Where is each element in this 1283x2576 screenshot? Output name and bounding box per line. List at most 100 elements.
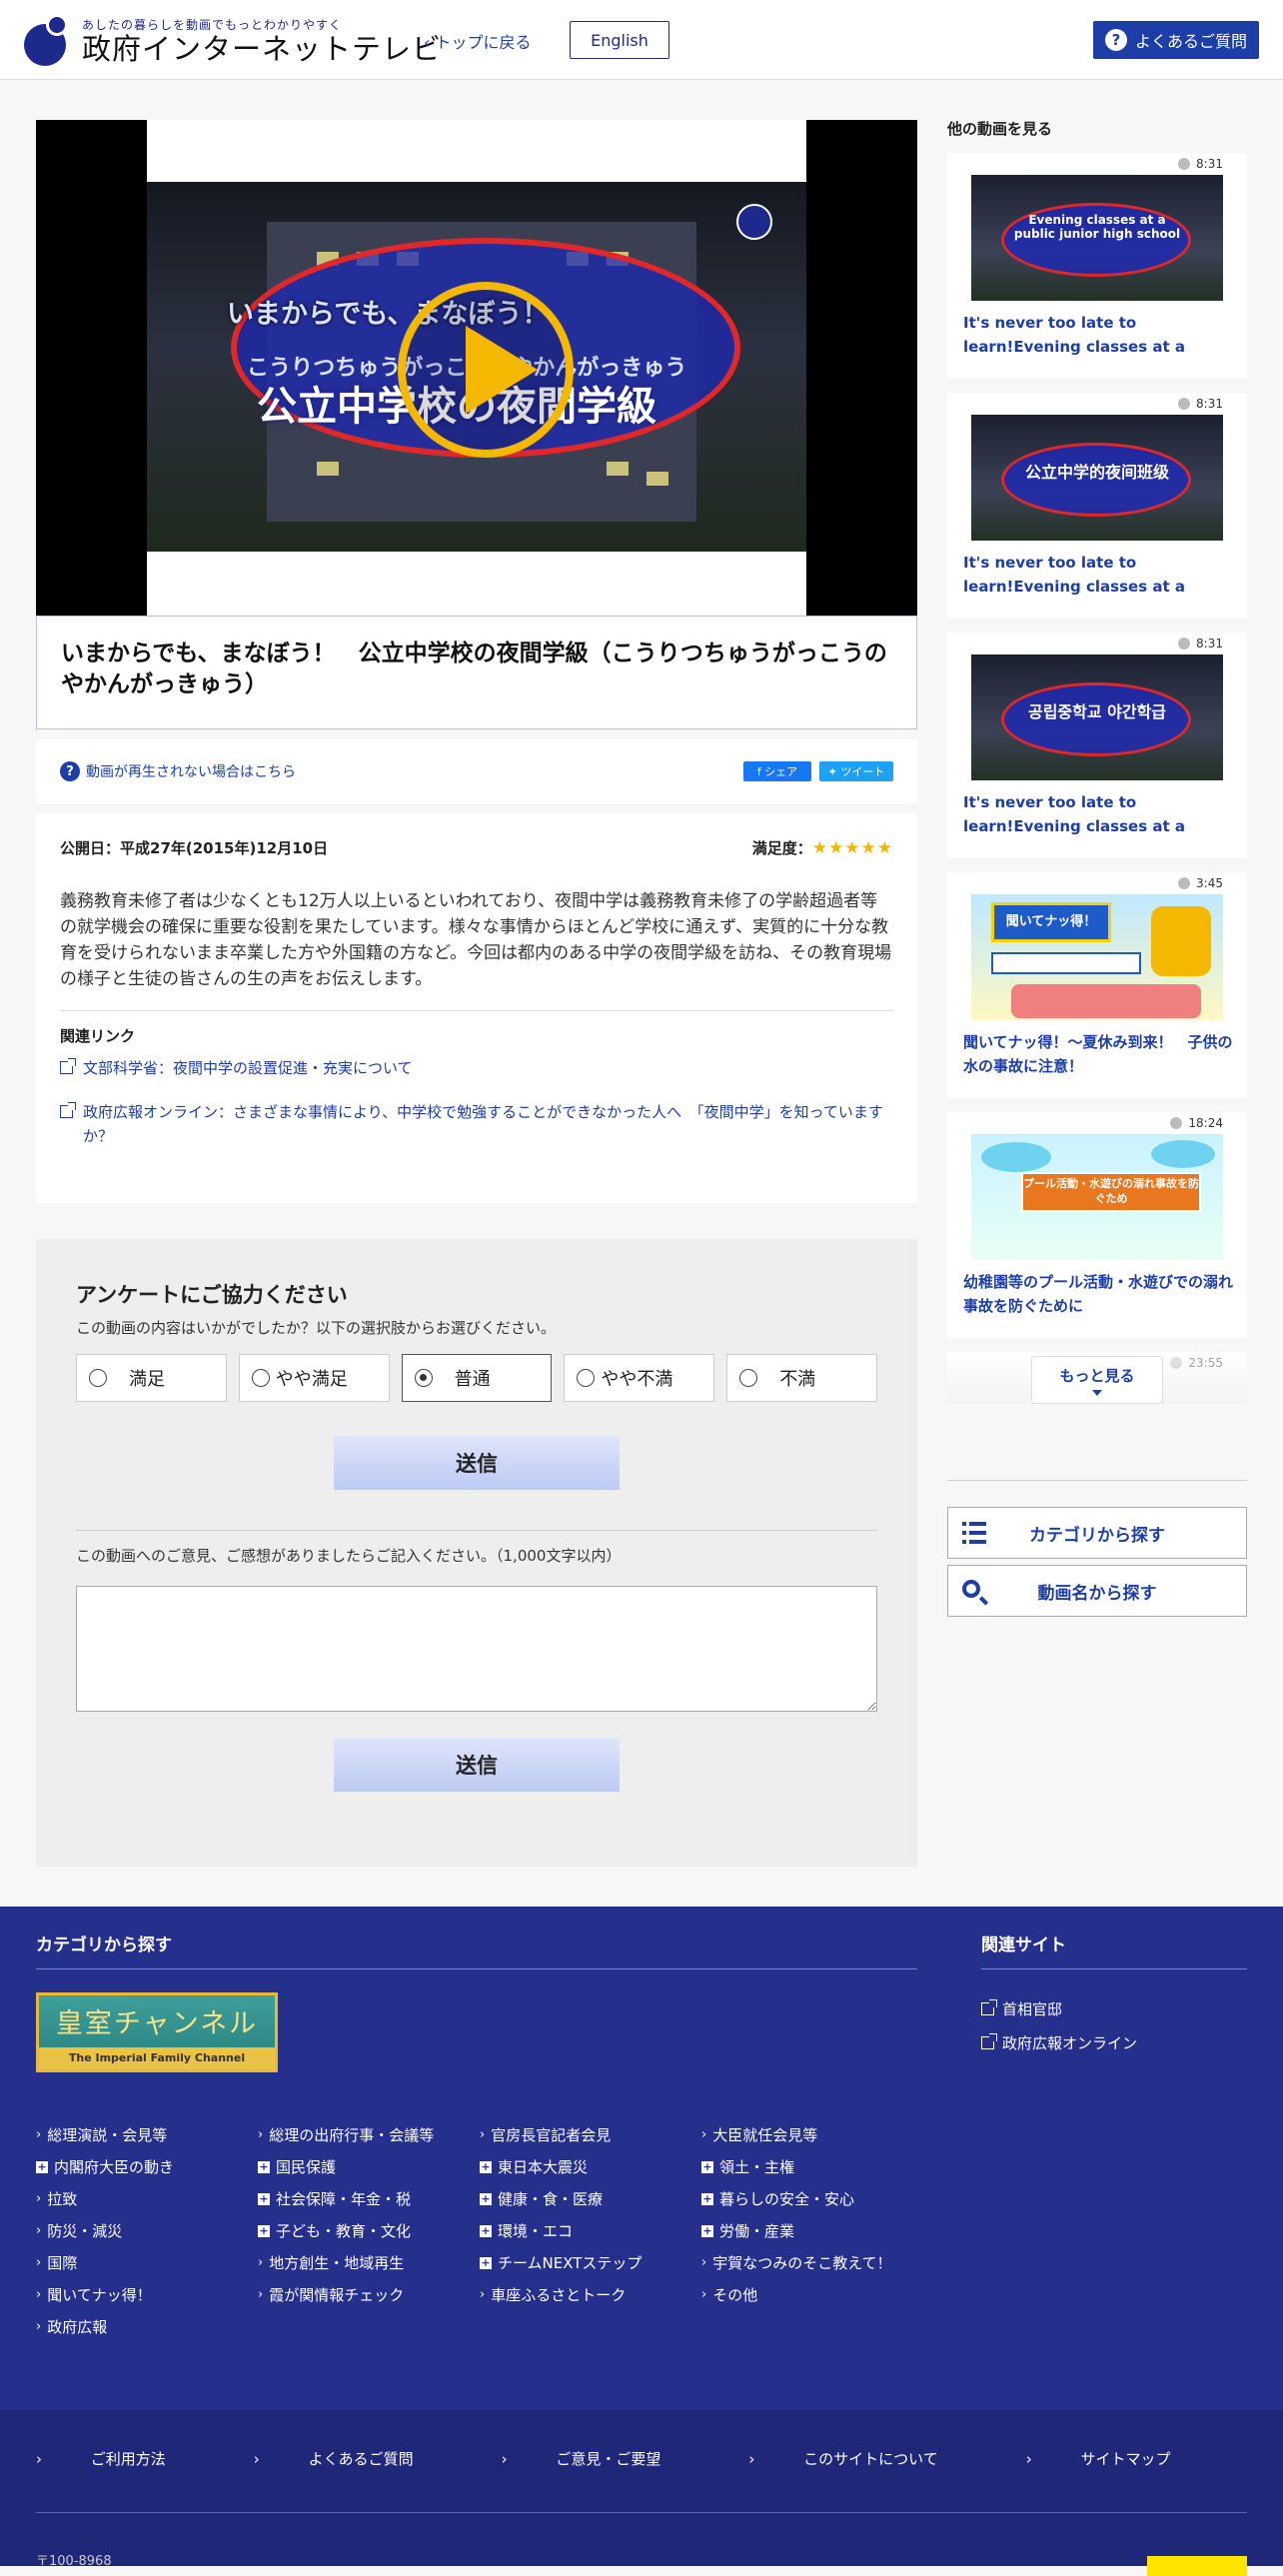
related-link-gov-online[interactable]: 政府広報オンライン：さまざまな事情により、中学校で勉強することができなかった人へ… bbox=[60, 1100, 893, 1148]
video-card[interactable]: 8:31 공립중학교 야간학급 It's never too late to l… bbox=[947, 633, 1247, 858]
footer-category-link[interactable]: › 大臣就任会見等 bbox=[701, 2120, 917, 2152]
clock-icon bbox=[1170, 1117, 1183, 1129]
main-content: いまからでも、まなぼう！ こうりつちゅうがっこうのやかんがっきゅう 公立中学校の… bbox=[36, 120, 917, 1203]
clock-icon bbox=[1178, 877, 1191, 889]
footer-category-link[interactable]: › その他 bbox=[701, 2280, 917, 2312]
logo-tagline: あしたの暮らしを動画でもっとわかりやすく bbox=[82, 17, 343, 32]
duration-label: 8:31 bbox=[1196, 397, 1223, 411]
twitter-tweet-button[interactable]: ✦ ツイート bbox=[819, 761, 893, 781]
option-label: やや満足 bbox=[275, 1369, 348, 1390]
radio-icon[interactable] bbox=[739, 1369, 758, 1387]
footer-bottom-link[interactable]: › サイトマップ bbox=[1026, 2448, 1215, 2469]
video-duration: 18:24 bbox=[1170, 1116, 1223, 1130]
chevron-right-icon: › bbox=[480, 2287, 486, 2302]
footer-category-link[interactable]: › 聞いてナッ得！ bbox=[36, 2280, 252, 2312]
external-link-icon bbox=[60, 1102, 76, 1118]
footer-category-link[interactable]: › 総理演説・会見等 bbox=[36, 2120, 252, 2152]
facebook-share-button[interactable]: f シェア bbox=[743, 761, 811, 781]
chevron-right-icon: › bbox=[258, 2127, 264, 2142]
facebook-icon: f bbox=[756, 764, 765, 778]
site-logo[interactable]: あしたの暮らしを動画でもっとわかりやすく 政府インターネットテレビ bbox=[24, 14, 442, 66]
thumb-text: プール活動・水遊びの溺れ事故を防ぐため bbox=[1023, 1177, 1199, 1205]
footer-category-link[interactable]: › 官房長官記者会見 bbox=[480, 2120, 695, 2152]
footer-category-link[interactable]: › 国際 bbox=[36, 2248, 252, 2280]
chevron-right-icon: › bbox=[258, 2287, 264, 2302]
survey-submit-button[interactable]: 送信 bbox=[334, 1436, 620, 1490]
survey-option-satisfied[interactable]: 満足 bbox=[76, 1354, 227, 1402]
comment-submit-button[interactable]: 送信 bbox=[334, 1738, 620, 1792]
video-player[interactable]: いまからでも、まなぼう！ こうりつちゅうがっこうのやかんがっきゅう 公立中学校の… bbox=[36, 120, 917, 616]
radio-selected-icon[interactable] bbox=[414, 1369, 433, 1387]
related-site-kantei[interactable]: 首相官邸 bbox=[981, 1998, 1062, 2019]
survey-option-dissatisfied[interactable]: 不満 bbox=[726, 1354, 877, 1402]
comment-textarea[interactable] bbox=[76, 1586, 877, 1712]
footer-category-label: 社会保障・年金・税 bbox=[276, 2190, 412, 2208]
footer-category-link[interactable]: + 労働・産業 bbox=[701, 2216, 917, 2248]
imperial-channel-banner[interactable]: 皇室チャンネル The Imperial Family Channel bbox=[36, 1992, 278, 2072]
playback-help-link[interactable]: ? 動画が再生されない場合はこちら bbox=[60, 761, 296, 781]
video-card[interactable]: 3:45 聞いてナッ得！ 聞いてナッ得！～夏休み到来！ 子供の水の事故に注意！ bbox=[947, 872, 1247, 1098]
survey-option-neutral[interactable]: 普通 bbox=[401, 1354, 553, 1402]
radio-icon[interactable] bbox=[89, 1369, 107, 1387]
footer-category-link[interactable]: › 地方創生・地域再生 bbox=[258, 2248, 474, 2280]
video-title-box: いまからでも、まなぼう！ 公立中学校の夜間学級（こうりつちゅうがっこうのやかんが… bbox=[36, 616, 917, 729]
footer-category-link[interactable]: › 政府広報 bbox=[36, 2312, 252, 2344]
footer-category-link[interactable]: › 拉致 bbox=[36, 2184, 252, 2216]
footer-category-link[interactable]: + チームNEXTステップ bbox=[480, 2248, 695, 2280]
footer-category-link[interactable]: + 内閣府大臣の動き bbox=[36, 2152, 252, 2184]
footer-category-label: 聞いてナッ得！ bbox=[47, 2286, 152, 2304]
browse-by-category-button[interactable]: カテゴリから探す bbox=[947, 1507, 1247, 1559]
help-row: ? 動画が再生されない場合はこちら f シェア ✦ ツイート bbox=[36, 739, 917, 803]
footer-bottom-link[interactable]: › ご利用方法 bbox=[36, 2448, 210, 2469]
radio-icon[interactable] bbox=[577, 1369, 596, 1387]
related-site-label: 政府広報オンライン bbox=[1002, 2034, 1138, 2052]
footer-category-label: その他 bbox=[712, 2286, 758, 2304]
duration-label: 8:31 bbox=[1196, 157, 1223, 171]
survey-option-somewhat-dissatisfied[interactable]: やや不満 bbox=[564, 1354, 715, 1402]
footer-bottom-link[interactable]: › ご意見・ご要望 bbox=[502, 2448, 705, 2469]
related-links-heading: 関連リンク bbox=[60, 1027, 136, 1045]
faq-button[interactable]: ? よくあるご質問 bbox=[1093, 21, 1259, 59]
footer-category-link[interactable]: › 霞が関情報チェック bbox=[258, 2280, 474, 2312]
faq-label: よくあるご質問 bbox=[1134, 32, 1247, 51]
english-button[interactable]: English bbox=[570, 21, 669, 59]
footer-category-link[interactable]: › 総理の出府行事・会議等 bbox=[258, 2120, 474, 2152]
video-card-title: It's never too late to learn!Evening cla… bbox=[963, 554, 1185, 596]
list-icon bbox=[962, 1522, 986, 1544]
video-duration: 23:55 bbox=[1170, 1356, 1223, 1370]
related-site-gov-online[interactable]: 政府広報オンライン bbox=[981, 2032, 1137, 2053]
back-to-top-link[interactable]: ‹ トップに戻る bbox=[424, 29, 532, 53]
video-card[interactable]: 8:31 Evening classes at a public junior … bbox=[947, 153, 1247, 379]
footer-category-link[interactable]: + 領土・主権 bbox=[701, 2152, 917, 2184]
sidebar-heading: 他の動画を見る bbox=[947, 120, 1053, 138]
thumb-text: 공립중학교 야간학급 bbox=[1027, 702, 1167, 721]
footer-category-link[interactable]: › 防災・減災 bbox=[36, 2216, 252, 2248]
footer-badge[interactable] bbox=[1147, 2556, 1247, 2576]
footer-category-link[interactable]: + 社会保障・年金・税 bbox=[258, 2184, 474, 2216]
search-by-name-button[interactable]: 動画名から探す bbox=[947, 1565, 1247, 1617]
video-card-title: 聞いてナッ得！～夏休み到来！ 子供の水の事故に注意！ bbox=[963, 1033, 1233, 1075]
video-card[interactable]: 18:24 プール活動・水遊びの溺れ事故を防ぐため 幼稚園等のプール活動・水遊び… bbox=[947, 1112, 1247, 1338]
footer-bottom-link[interactable]: › よくあるご質問 bbox=[254, 2448, 458, 2469]
back-to-top-label: トップに戻る bbox=[435, 33, 532, 52]
video-card-title: It's never too late to learn!Evening cla… bbox=[963, 314, 1185, 356]
footer-category-label: 暮らしの安全・安心 bbox=[719, 2190, 855, 2208]
thumb-text: 公立中学的夜间班级 bbox=[1024, 463, 1169, 482]
video-card[interactable]: 8:31 公立中学的夜间班级 It's never too late to le… bbox=[947, 393, 1247, 619]
footer-category-link[interactable]: + 暮らしの安全・安心 bbox=[701, 2184, 917, 2216]
radio-icon[interactable] bbox=[251, 1369, 270, 1387]
related-link-mext[interactable]: 文部科学省：夜間中学の設置促進・充実について bbox=[60, 1056, 893, 1080]
footer-category-link[interactable]: + 国民保護 bbox=[258, 2152, 474, 2184]
footer-category-link[interactable]: + 子ども・教育・文化 bbox=[258, 2216, 474, 2248]
footer-bottom-link[interactable]: › このサイトについて bbox=[748, 2448, 981, 2469]
footer-category-link[interactable]: + 環境・エコ bbox=[480, 2216, 695, 2248]
footer-category-link[interactable]: + 東日本大震災 bbox=[480, 2152, 695, 2184]
more-videos-button[interactable]: もっと見る bbox=[1031, 1356, 1163, 1404]
chevron-right-icon: › bbox=[258, 2255, 264, 2270]
play-button-icon[interactable] bbox=[398, 282, 574, 458]
footer-category-link[interactable]: › 宇賀なつみのそこ教えて！ bbox=[701, 2248, 917, 2280]
footer-category-link[interactable]: + 健康・食・医療 bbox=[480, 2184, 695, 2216]
survey-option-somewhat-satisfied[interactable]: やや満足 bbox=[238, 1354, 390, 1402]
footer-bottom-links: › ご利用方法 › よくあるご質問 › ご意見・ご要望 › このサイトについて › サイ… bbox=[36, 2448, 1259, 2469]
footer-category-link[interactable]: › 車座ふるさとトーク bbox=[480, 2280, 695, 2312]
